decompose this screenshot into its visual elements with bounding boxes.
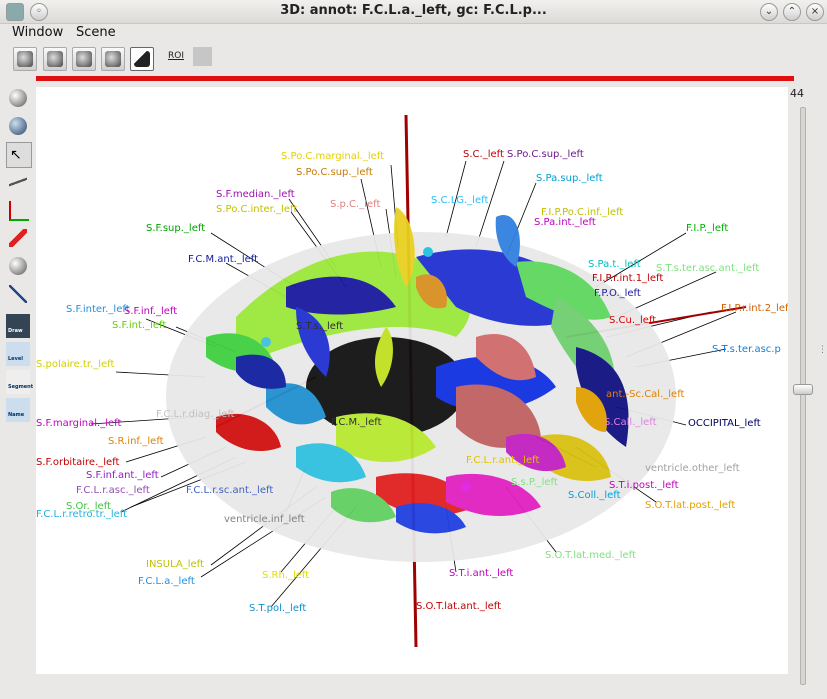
menu-window[interactable]: Window bbox=[12, 25, 63, 40]
structure-label: S.C._left bbox=[463, 149, 504, 160]
structure-label: F.P.O._left bbox=[594, 288, 641, 299]
brain-view-1-button[interactable] bbox=[13, 47, 37, 71]
structure-label: S.C.LG._left bbox=[431, 195, 489, 206]
structure-label: S.Coll._left bbox=[568, 490, 621, 501]
structure-label: S.F.inter._left bbox=[66, 304, 130, 315]
structure-label: S.polaire.tr._left bbox=[36, 359, 115, 370]
structure-label: S.O.T.lat.med._left bbox=[545, 550, 636, 561]
structure-label: ant.-Sc.Cal._left bbox=[606, 389, 685, 400]
draw-tool-icon[interactable]: Draw bbox=[6, 314, 30, 338]
roi-color-box[interactable] bbox=[193, 47, 212, 66]
structure-label: S.Rh._left bbox=[262, 570, 310, 581]
structure-label: F.C.L.r.retro.tr._left bbox=[36, 509, 128, 520]
slice-value: 44 bbox=[790, 87, 804, 100]
brain-view-2-button[interactable] bbox=[43, 47, 67, 71]
structure-label: F.C.L.r.sc.ant._left bbox=[186, 485, 274, 496]
slice-thumb[interactable] bbox=[793, 384, 813, 395]
structure-label: S.R.inf._left bbox=[108, 436, 164, 447]
menu-scene[interactable]: Scene bbox=[76, 25, 116, 40]
structure-label: ventricle.other_left bbox=[645, 463, 740, 474]
level-tool-icon[interactable]: Level bbox=[6, 342, 30, 366]
close-icon[interactable]: × bbox=[806, 3, 824, 21]
maximize-icon[interactable]: ⌃ bbox=[783, 3, 801, 21]
structure-label: F.C.L.a._left bbox=[138, 576, 195, 587]
roi-button[interactable]: ROI bbox=[168, 51, 184, 61]
structure-label: S.p.C._left bbox=[330, 199, 381, 210]
resize-grip[interactable]: ⋮ bbox=[818, 345, 827, 355]
toolbar bbox=[0, 43, 827, 73]
structure-label: S.Pa.int._left bbox=[534, 217, 596, 228]
structure-label: S.Pa.sup._left bbox=[536, 173, 603, 184]
cross-tool-icon[interactable] bbox=[6, 282, 30, 306]
structure-label: F.I.P.r.int.1_left bbox=[592, 273, 664, 284]
slice-slider[interactable]: 44 bbox=[790, 87, 813, 687]
structure-label: S.Po.C.sup._left bbox=[296, 167, 373, 178]
structure-label: F.I.P.r.int.2_left bbox=[721, 303, 788, 314]
structure-label: S.F.sup._left bbox=[146, 223, 206, 234]
sphere-view-tool-icon[interactable] bbox=[6, 114, 30, 138]
structure-label: S.Cu._left bbox=[609, 315, 657, 326]
structure-label: F.C.M._left bbox=[331, 417, 382, 428]
structure-label: S.Po.C.marginal._left bbox=[281, 151, 385, 162]
structure-label: F.C.L.r.diag._left bbox=[156, 409, 235, 420]
structure-label: F.C.L.r.asc._left bbox=[76, 485, 150, 496]
select-tool-icon[interactable]: ↖ bbox=[6, 142, 32, 168]
window-title: 3D: annot: F.C.L.a._left, gc: F.C.L.p... bbox=[280, 3, 547, 18]
structure-label: OCCIPITAL_left bbox=[688, 418, 761, 429]
structure-label: F.C.M.ant._left bbox=[188, 254, 259, 265]
structure-label: S.T.s._left bbox=[296, 321, 344, 332]
structure-label: S.F.orbitaire._left bbox=[36, 457, 120, 468]
name-tool-icon[interactable]: Name bbox=[6, 398, 30, 422]
progress-bar bbox=[36, 76, 794, 81]
structure-label: S.F.inf._left bbox=[124, 306, 178, 317]
structure-label: S.Po.C.inter._left bbox=[216, 204, 298, 215]
brain-view-3d-button[interactable] bbox=[130, 47, 154, 71]
structure-label: S.T.i.ant._left bbox=[449, 568, 514, 579]
structure-label: ventricle.inf_left bbox=[224, 514, 305, 525]
structure-label: S.F.int._left bbox=[112, 320, 167, 331]
sphere-tool-icon[interactable] bbox=[6, 86, 30, 110]
structure-label: S.F.median._left bbox=[216, 189, 295, 200]
axis-tool-icon[interactable] bbox=[6, 198, 30, 222]
slice-track[interactable] bbox=[800, 107, 806, 685]
brain-view-3-button[interactable] bbox=[72, 47, 96, 71]
structure-label: S.F.inf.ant._left bbox=[86, 470, 159, 481]
structure-label: F.I.P._left bbox=[686, 223, 729, 234]
minimize-icon[interactable]: ⌄ bbox=[760, 3, 778, 21]
structure-label: S.s.P._left bbox=[511, 477, 558, 488]
plane-tool-icon[interactable] bbox=[6, 170, 30, 194]
3d-viewport[interactable]: S.Po.C.marginal._left S.C._left S.Po.C.sup… bbox=[36, 87, 788, 674]
pencil-tool-icon[interactable] bbox=[6, 226, 30, 250]
segment-tool-icon[interactable]: Segment bbox=[6, 370, 33, 394]
structure-label: S.O.T.lat.ant._left bbox=[416, 601, 502, 612]
structure-label: S.Pa.t._left bbox=[588, 259, 641, 270]
structure-label: S.Call._left bbox=[604, 417, 657, 428]
structure-label: S.T.pol._left bbox=[249, 603, 307, 614]
structure-label: F.C.L.r.ant._left bbox=[466, 455, 540, 466]
structure-label: S.Po.C.sup._left bbox=[507, 149, 584, 160]
menu-bar: Window Scene bbox=[0, 23, 827, 43]
structure-label: S.T.s.ter.asc.p bbox=[712, 344, 781, 355]
title-bar: ◦ 3D: annot: F.C.L.a._left, gc: F.C.L.p.… bbox=[0, 0, 827, 24]
sphere-2-tool-icon[interactable] bbox=[6, 254, 30, 278]
structure-label: INSULA_left bbox=[146, 559, 204, 570]
structure-label: S.O.T.lat.post._left bbox=[645, 500, 736, 511]
structure-label: S.F.marginal._left bbox=[36, 418, 122, 429]
structure-label: S.T.s.ter.asc.ant._left bbox=[656, 263, 760, 274]
brain-view-4-button[interactable] bbox=[101, 47, 125, 71]
